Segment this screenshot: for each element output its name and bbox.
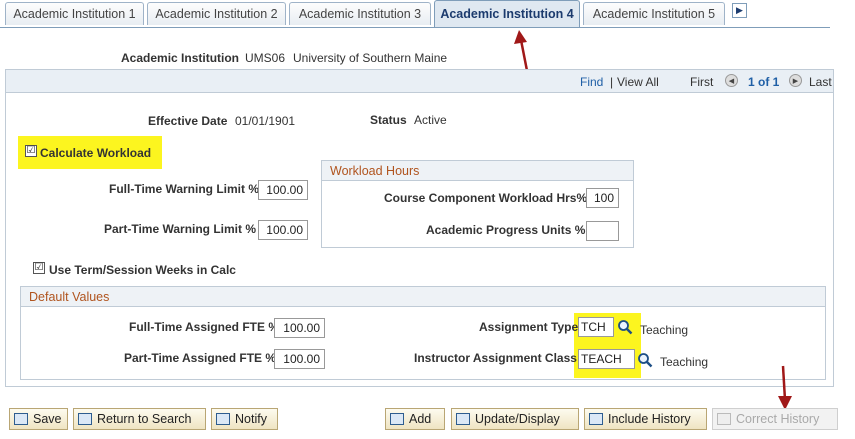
save-button[interactable]: Save bbox=[9, 408, 68, 430]
add-button[interactable]: Add bbox=[385, 408, 445, 430]
update-display-button[interactable]: Update/Display bbox=[451, 408, 579, 430]
nav-separator: | bbox=[610, 75, 614, 89]
part-time-warning-input[interactable]: 100.00 bbox=[258, 220, 308, 240]
find-link[interactable]: Find bbox=[580, 75, 603, 89]
add-icon bbox=[390, 413, 404, 425]
status-label: Status bbox=[370, 113, 407, 127]
effective-date-label: Effective Date bbox=[148, 114, 228, 128]
correct-history-label: Correct History bbox=[736, 412, 820, 426]
next-tab-arrow-icon[interactable]: ▶ bbox=[732, 3, 747, 18]
part-time-fte-input[interactable]: 100.00 bbox=[274, 349, 325, 369]
course-component-input[interactable]: 100 bbox=[586, 188, 619, 208]
annotation-arrow-icon bbox=[778, 365, 792, 410]
instructor-class-description: Teaching bbox=[660, 355, 709, 369]
first-label: First bbox=[690, 75, 714, 89]
calculate-workload-checkbox[interactable]: ☑ bbox=[25, 145, 37, 157]
notify-label: Notify bbox=[235, 412, 267, 426]
tab-academic-institution-5[interactable]: Academic Institution 5 bbox=[583, 2, 725, 25]
default-values-title: Default Values bbox=[29, 290, 110, 304]
assignment-type-description: Teaching bbox=[640, 323, 689, 337]
full-time-fte-label: Full-Time Assigned FTE % bbox=[129, 320, 280, 334]
tab-academic-institution-1[interactable]: Academic Institution 1 bbox=[5, 2, 144, 25]
tab-academic-institution-3[interactable]: Academic Institution 3 bbox=[289, 2, 431, 25]
course-component-label: Course Component Workload Hrs% bbox=[384, 191, 588, 205]
academic-progress-label: Academic Progress Units % bbox=[426, 223, 586, 237]
academic-institution-label: Academic Institution bbox=[121, 51, 240, 65]
full-time-warning-input[interactable]: 100.00 bbox=[258, 180, 308, 200]
update-display-icon bbox=[456, 413, 470, 425]
correct-history-button[interactable]: Correct History bbox=[712, 408, 838, 430]
save-label: Save bbox=[33, 412, 62, 426]
notify-button[interactable]: Notify bbox=[211, 408, 278, 430]
row-count: 1 of 1 bbox=[748, 75, 780, 89]
add-label: Add bbox=[409, 412, 432, 426]
workload-hours-title: Workload Hours bbox=[330, 164, 420, 178]
instructor-class-label: Instructor Assignment Class bbox=[414, 351, 577, 365]
tab-underline bbox=[0, 27, 830, 28]
academic-institution-name: University of Southern Maine bbox=[293, 51, 448, 65]
academic-institution-code: UMS06 bbox=[245, 51, 286, 65]
use-term-weeks-checkbox[interactable]: ☑ bbox=[33, 262, 45, 274]
instructor-class-input[interactable]: TEACH bbox=[578, 349, 635, 369]
workload-hours-header: Workload Hours bbox=[322, 161, 633, 181]
return-to-search-button[interactable]: Return to Search bbox=[73, 408, 206, 430]
panel-nav-bar: Find | View All First ◀ 1 of 1 ▶ Last bbox=[6, 70, 833, 93]
calculate-workload-label: Calculate Workload bbox=[40, 146, 152, 160]
previous-row-icon[interactable]: ◀ bbox=[725, 74, 738, 87]
assignment-type-label: Assignment Type bbox=[479, 320, 579, 334]
return-to-search-label: Return to Search bbox=[97, 412, 192, 426]
correct-history-icon bbox=[717, 413, 731, 425]
notify-icon bbox=[216, 413, 230, 425]
include-history-button[interactable]: Include History bbox=[584, 408, 707, 430]
part-time-warning-label: Part-Time Warning Limit % bbox=[104, 222, 257, 236]
include-history-icon bbox=[589, 413, 603, 425]
full-time-warning-label: Full-Time Warning Limit % bbox=[109, 182, 259, 196]
page-tabs: Academic Institution 1 Academic Institut… bbox=[0, 0, 855, 28]
assignment-type-input[interactable]: TCH bbox=[578, 317, 614, 337]
instructor-class-lookup-icon[interactable] bbox=[637, 352, 653, 368]
return-to-search-icon bbox=[78, 413, 92, 425]
update-display-label: Update/Display bbox=[475, 412, 560, 426]
last-label: Last bbox=[809, 75, 832, 89]
academic-progress-input[interactable] bbox=[586, 221, 619, 241]
use-term-weeks-label: Use Term/Session Weeks in Calc bbox=[49, 263, 236, 277]
tab-academic-institution-2[interactable]: Academic Institution 2 bbox=[147, 2, 286, 25]
save-icon bbox=[14, 413, 28, 425]
status-value: Active bbox=[414, 113, 447, 127]
assignment-type-lookup-icon[interactable] bbox=[617, 319, 633, 335]
view-all-link[interactable]: View All bbox=[617, 75, 659, 89]
effective-date-value: 01/01/1901 bbox=[235, 114, 296, 128]
default-values-header: Default Values bbox=[21, 287, 825, 307]
next-row-icon[interactable]: ▶ bbox=[789, 74, 802, 87]
part-time-fte-label: Part-Time Assigned FTE % bbox=[124, 351, 277, 365]
full-time-fte-input[interactable]: 100.00 bbox=[274, 318, 325, 338]
include-history-label: Include History bbox=[608, 412, 691, 426]
tab-academic-institution-4[interactable]: Academic Institution 4 bbox=[434, 0, 580, 27]
